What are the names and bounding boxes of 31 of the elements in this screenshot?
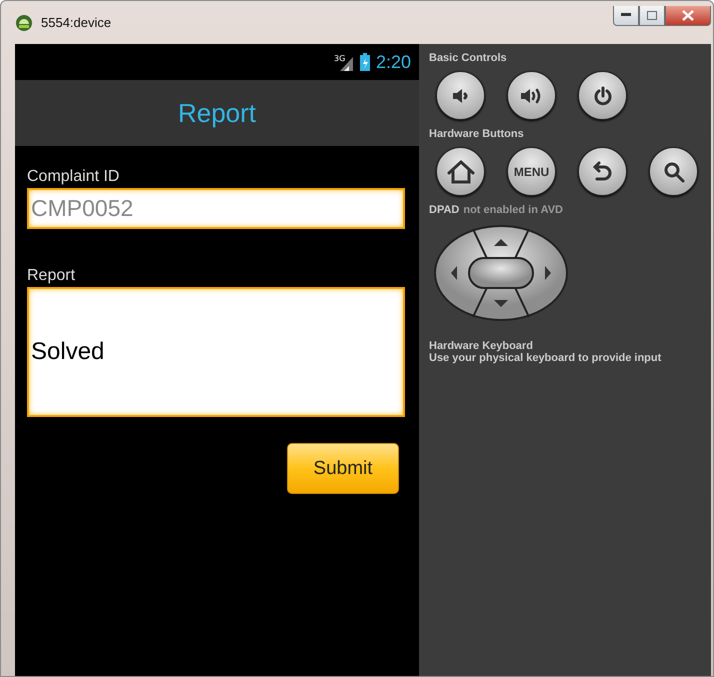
- home-button[interactable]: [436, 147, 485, 196]
- section-title: Basic Controls: [429, 52, 508, 64]
- section-title: Hardware Keyboard: [429, 340, 534, 352]
- report-text-area[interactable]: Solved: [27, 287, 405, 417]
- dpad-note: not enabled in AVD: [463, 204, 563, 216]
- maximize-icon: [647, 10, 657, 20]
- back-button[interactable]: [578, 147, 627, 196]
- volume-up-button[interactable]: [507, 71, 556, 120]
- close-icon: [682, 10, 694, 20]
- menu-button[interactable]: MENU: [507, 147, 556, 196]
- window-title: 5554:device: [41, 15, 112, 30]
- field-label: Report: [27, 267, 76, 285]
- search-button[interactable]: [649, 147, 698, 196]
- screen-title: Report: [178, 98, 256, 128]
- submit-button[interactable]: Submit: [287, 443, 399, 494]
- close-button[interactable]: [665, 6, 711, 26]
- complaint-id-field[interactable]: CMP0052: [27, 188, 405, 229]
- keyboard-note: Use your physical keyboard to provide input: [429, 352, 662, 364]
- battery-icon: [360, 53, 370, 71]
- clock: 2:20: [376, 52, 411, 72]
- power-button[interactable]: [578, 71, 627, 120]
- android-icon: [15, 14, 33, 32]
- section-title: Hardware Buttons: [429, 128, 525, 140]
- volume-down-button[interactable]: [436, 71, 485, 120]
- minimize-icon: [621, 13, 631, 17]
- minimize-button[interactable]: [613, 6, 639, 26]
- field-label: Complaint ID: [27, 168, 120, 186]
- power-icon: [592, 84, 614, 106]
- section-title: DPAD: [429, 204, 460, 216]
- home-icon: [446, 158, 476, 184]
- maximize-button[interactable]: [639, 6, 665, 26]
